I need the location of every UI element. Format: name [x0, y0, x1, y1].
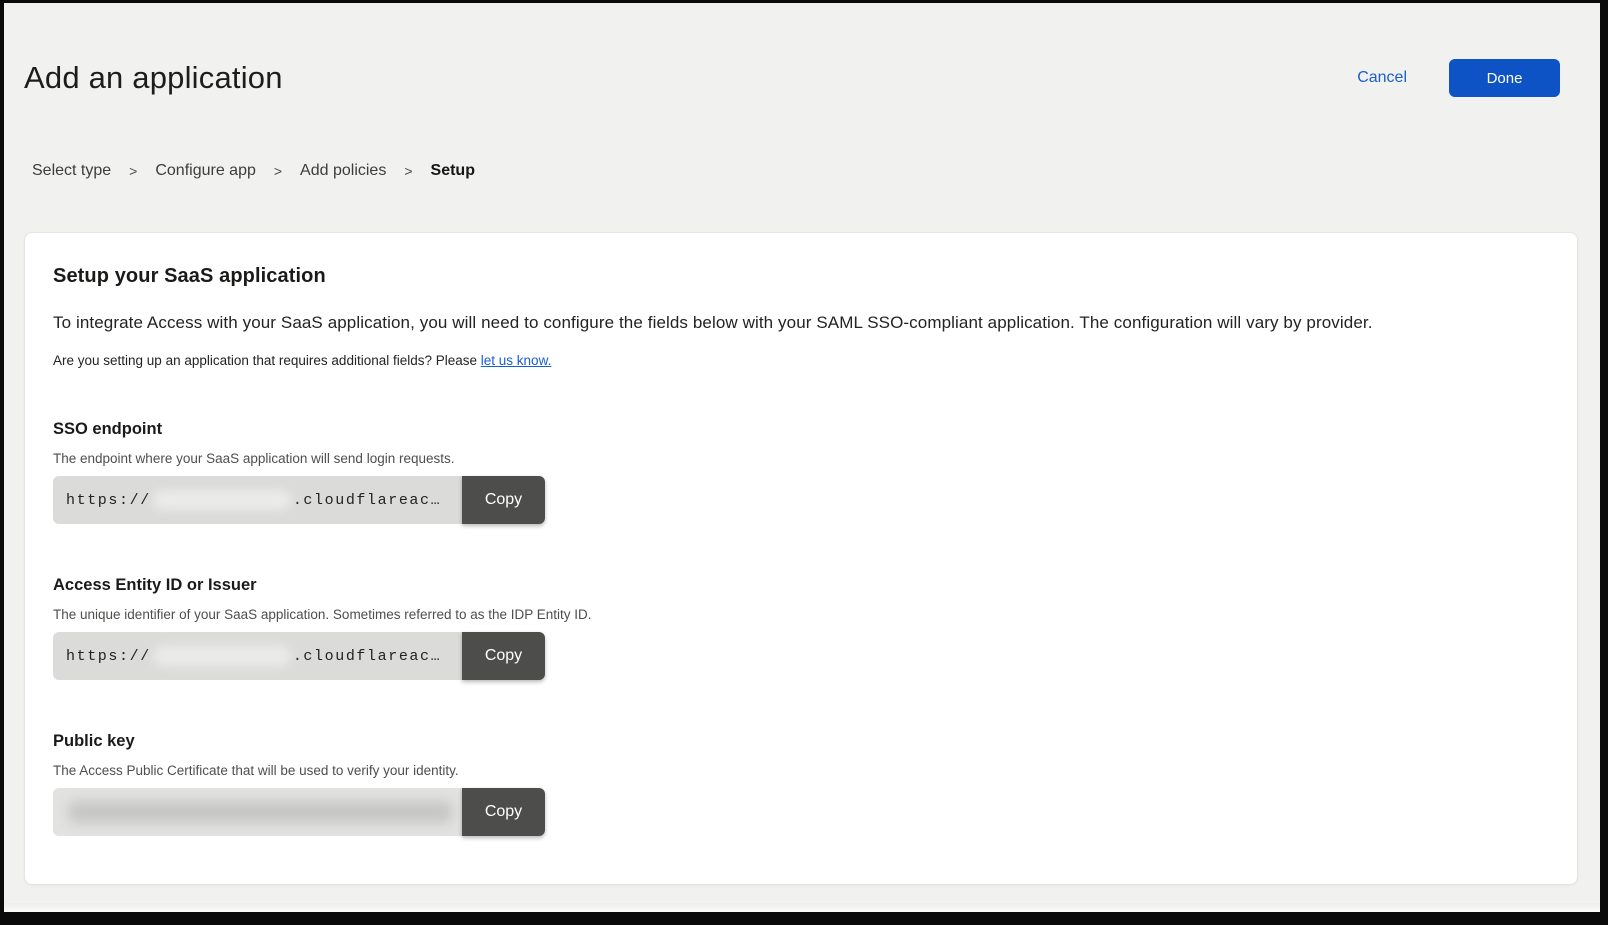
- breadcrumb-item-configure-app[interactable]: Configure app: [155, 162, 256, 180]
- field-description: The unique identifier of your SaaS appli…: [53, 607, 1539, 622]
- field-public-key: Public key The Access Public Certificate…: [53, 732, 1539, 836]
- copy-entity-id-button[interactable]: Copy: [462, 632, 545, 680]
- breadcrumb-item-setup: Setup: [431, 162, 475, 180]
- breadcrumb-item-select-type[interactable]: Select type: [32, 162, 111, 180]
- let-us-know-link[interactable]: let us know.: [481, 353, 552, 368]
- public-key-value-row: Copy: [53, 788, 545, 836]
- card-heading: Setup your SaaS application: [53, 265, 1539, 288]
- field-label: SSO endpoint: [53, 420, 1539, 439]
- screenshot-frame: Add an application Cancel Done Select ty…: [0, 0, 1608, 925]
- field-label: Public key: [53, 732, 1539, 751]
- card-note-text: Are you setting up an application that r…: [53, 353, 481, 368]
- header-actions: Cancel Done: [1357, 59, 1560, 97]
- field-sso-endpoint: SSO endpoint The endpoint where your Saa…: [53, 420, 1539, 524]
- value-prefix: https://: [66, 492, 151, 509]
- breadcrumb-separator: >: [129, 163, 137, 179]
- field-access-entity-id: Access Entity ID or Issuer The unique id…: [53, 576, 1539, 680]
- public-key-value: [53, 788, 462, 836]
- value-prefix: https://: [66, 648, 151, 665]
- breadcrumb-separator: >: [404, 163, 412, 179]
- page-header: Add an application Cancel Done: [4, 3, 1600, 97]
- app-background: Add an application Cancel Done Select ty…: [4, 3, 1600, 912]
- setup-card: Setup your SaaS application To integrate…: [24, 232, 1578, 885]
- redacted-value-blur: [153, 646, 291, 666]
- field-label: Access Entity ID or Issuer: [53, 576, 1539, 595]
- page-title: Add an application: [24, 60, 283, 96]
- breadcrumb: Select type > Configure app > Add polici…: [32, 162, 1600, 180]
- breadcrumb-separator: >: [274, 163, 282, 179]
- sso-endpoint-value: https:// .cloudflareac…: [53, 476, 462, 524]
- breadcrumb-item-add-policies[interactable]: Add policies: [300, 162, 386, 180]
- entity-id-value-row: https:// .cloudflareac… Copy: [53, 632, 545, 680]
- redacted-value-blur: [68, 801, 453, 823]
- card-intro: To integrate Access with your SaaS appli…: [53, 313, 1539, 333]
- copy-sso-endpoint-button[interactable]: Copy: [462, 476, 545, 524]
- copy-public-key-button[interactable]: Copy: [462, 788, 545, 836]
- redacted-value-blur: [153, 490, 291, 510]
- done-button[interactable]: Done: [1449, 59, 1560, 97]
- value-suffix: .cloudflareac…: [293, 492, 441, 509]
- field-description: The Access Public Certificate that will …: [53, 763, 1539, 778]
- window-bottom-edge: [4, 903, 1600, 912]
- entity-id-value: https:// .cloudflareac…: [53, 632, 462, 680]
- value-suffix: .cloudflareac…: [293, 648, 441, 665]
- field-description: The endpoint where your SaaS application…: [53, 451, 1539, 466]
- sso-endpoint-value-row: https:// .cloudflareac… Copy: [53, 476, 545, 524]
- card-note: Are you setting up an application that r…: [53, 353, 1539, 368]
- cancel-button[interactable]: Cancel: [1357, 69, 1407, 87]
